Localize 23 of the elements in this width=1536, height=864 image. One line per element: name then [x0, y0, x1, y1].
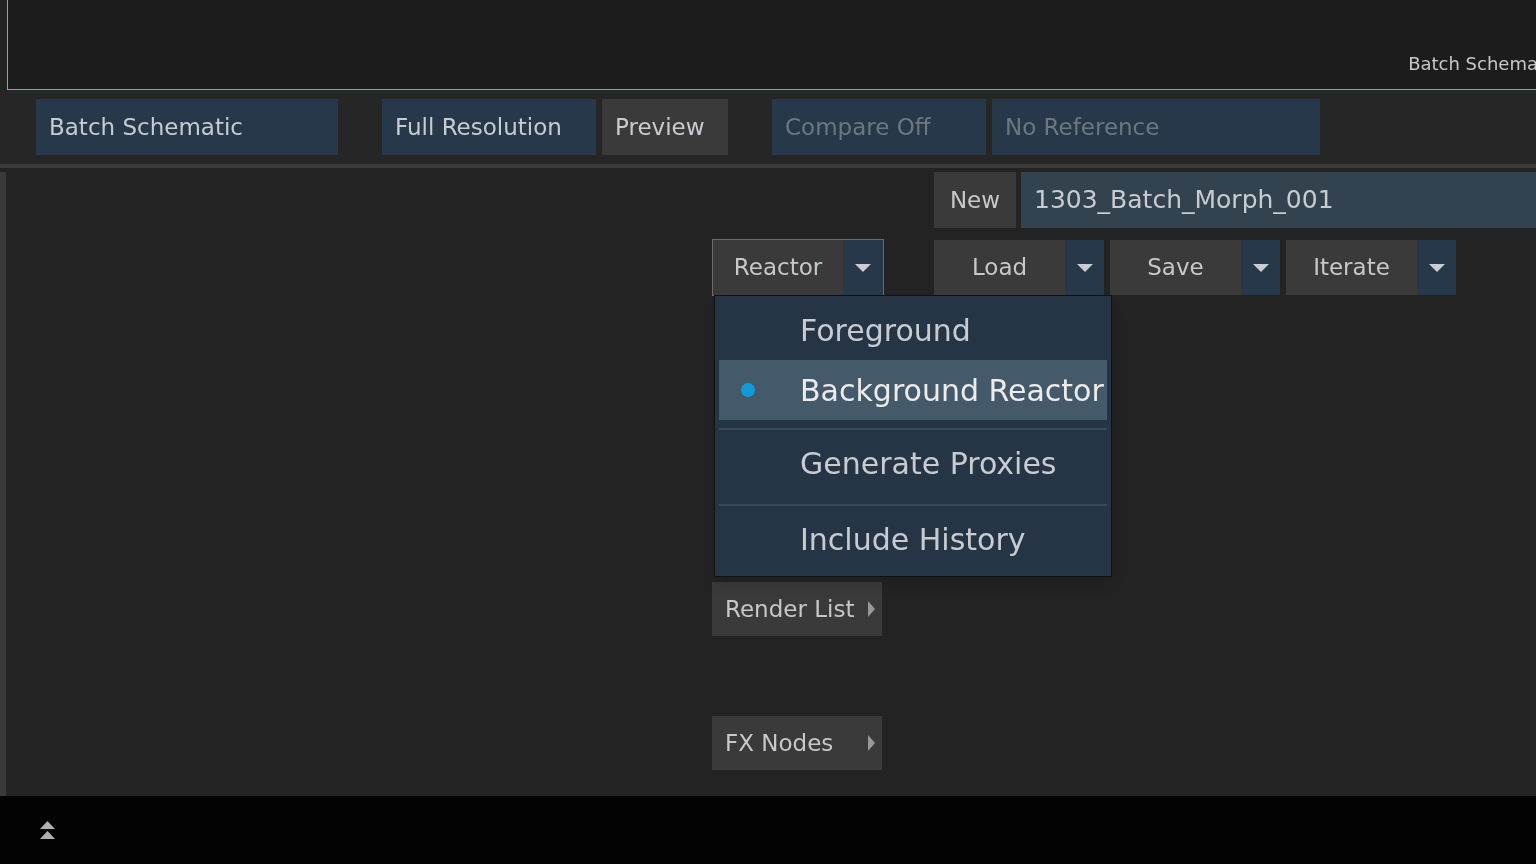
toolbar-field[interactable]: Batch Schematic: [36, 99, 338, 155]
caret-icon: [868, 735, 875, 751]
caret-icon: [1428, 263, 1445, 272]
panel-title: Batch Schema: [1408, 52, 1536, 76]
toolbar-field[interactable]: Full Resolution: [382, 99, 596, 155]
menu-item[interactable]: Foreground: [719, 300, 1107, 360]
menu-item[interactable]: Include History: [719, 504, 1107, 572]
new-button[interactable]: New: [934, 172, 1016, 228]
submenu-button[interactable]: Render List: [712, 582, 882, 636]
double-up-arrow-icon[interactable]: [40, 821, 55, 839]
caret-icon: [1076, 263, 1093, 272]
caret-icon: [855, 263, 871, 272]
menu-item[interactable]: Background Reactor: [719, 360, 1107, 420]
preview-button[interactable]: Preview: [602, 99, 728, 155]
split-button[interactable]: Iterate: [1286, 240, 1456, 295]
caret-icon: [1252, 263, 1269, 272]
reactor-dropdown[interactable]: Reactor: [712, 239, 884, 296]
caret-icon: [868, 601, 875, 617]
split-button[interactable]: Save: [1110, 240, 1280, 295]
batch-name-field[interactable]: 1303_Batch_Morph_001: [1021, 172, 1536, 228]
menu-item[interactable]: Generate Proxies: [719, 428, 1107, 496]
split-button[interactable]: Load: [934, 240, 1104, 295]
submenu-button[interactable]: FX Nodes: [712, 716, 882, 770]
